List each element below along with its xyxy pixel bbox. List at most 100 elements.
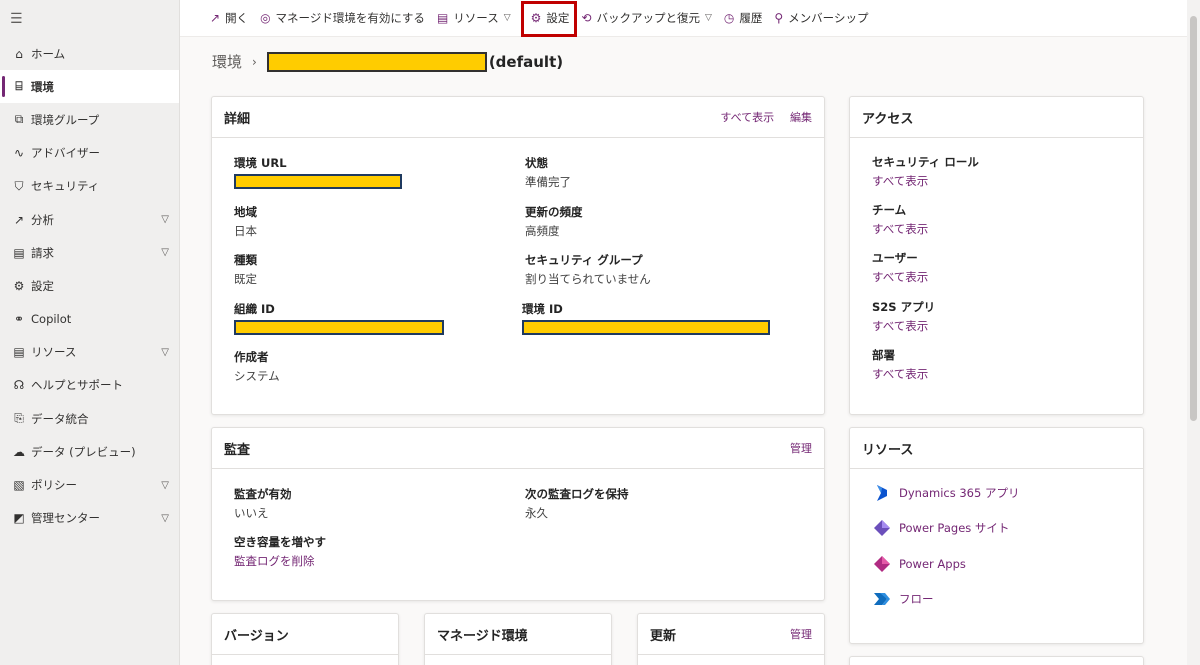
admin-center-icon: ◩ [13, 511, 25, 526]
gear-icon: ⚙ [13, 278, 25, 293]
sidebar-item-home[interactable]: ⌂ ホーム [0, 37, 179, 70]
resource-label[interactable]: Dynamics 365 アプリ [899, 485, 1019, 501]
type-value: 既定 [234, 272, 257, 286]
sidebar-item-advisor[interactable]: ∿ アドバイザー [0, 137, 179, 170]
org-id-label: 組織 ID [234, 302, 275, 316]
teams-show-all-link[interactable]: すべて表示 [872, 222, 928, 236]
resources-card: リソース Dynamics 365 アプリ Power Pages サイト Po… [849, 427, 1144, 644]
open-button[interactable]: ↗ 開く [210, 0, 248, 37]
cloud-data-icon: ☁ [13, 444, 25, 459]
sidebar-item-environments[interactable]: ⌸ 環境 [0, 70, 179, 104]
sidebar-item-analytics[interactable]: ↗ 分析 ▽ [0, 203, 179, 236]
environment-icon: ⌸ [15, 79, 23, 94]
breadcrumb-environments-link[interactable]: 環境 [212, 51, 242, 72]
access-card: アクセス セキュリティ ロール すべて表示 チーム すべて表示 ユーザー すべて… [849, 96, 1144, 415]
resource-label[interactable]: Power Apps [899, 557, 966, 571]
history-icon: ◷ [723, 11, 735, 25]
details-card: 詳細 すべて表示 編集 環境 URL 状態 準備完了 地域 日本 更新の頻度 高… [211, 96, 825, 415]
business-units-label: 部署 [872, 348, 895, 362]
s2s-apps-label: S2S アプリ [872, 300, 936, 314]
scrollbar-thumb[interactable] [1190, 16, 1197, 421]
chevron-down-icon[interactable]: ▽ [161, 214, 169, 225]
shield-icon: ⛉ [14, 178, 24, 193]
audit-enabled-label: 監査が有効 [234, 487, 292, 501]
sidebar-item-label: 請求 [31, 245, 54, 260]
sidebar-item-label: セキュリティ [31, 179, 100, 194]
card-title: マネージド環境 [437, 628, 528, 644]
sidebar-item-label: 環境グループ [31, 112, 100, 127]
dynamics365-icon [877, 485, 887, 501]
sidebar-item-label: アドバイザー [31, 146, 100, 161]
enable-managed-label: マネージド環境を有効にする [275, 11, 425, 25]
update-frequency-value: 高頻度 [525, 224, 560, 238]
chevron-down-icon[interactable]: ▽ [161, 247, 169, 258]
breadcrumb: 環境 › (default) [212, 51, 563, 72]
chevron-down-icon[interactable]: ▽ [161, 480, 169, 491]
sidebar-item-label: ポリシー [31, 478, 77, 493]
sidebar-item-label: 管理センター [31, 511, 100, 526]
details-show-all-link[interactable]: すべて表示 [720, 111, 774, 124]
card-title: バージョン [224, 628, 289, 644]
membership-button[interactable]: ⚲ メンバーシップ [774, 0, 868, 37]
sidebar-item-help-support[interactable]: ☊ ヘルプとサポート [0, 369, 179, 402]
state-label: 状態 [525, 156, 548, 170]
resources-label: リソース [453, 11, 499, 25]
sidebar-item-policies[interactable]: ▧ ポリシー ▽ [0, 468, 179, 501]
managed-environment-icon: ◎ [260, 11, 271, 25]
resource-item-flows[interactable]: フロー [873, 590, 934, 608]
history-button[interactable]: ◷ 履歴 [724, 0, 762, 37]
state-value: 準備完了 [525, 175, 571, 189]
enable-managed-env-button[interactable]: ◎ マネージド環境を有効にする [260, 0, 425, 37]
chart-icon: ↗ [13, 212, 25, 227]
backup-restore-label: バックアップと復元 [596, 11, 700, 25]
sidebar-item-settings[interactable]: ⚙ 設定 [0, 269, 179, 302]
sidebar-item-data-integration[interactable]: ⎘ データ統合 [0, 402, 179, 435]
environment-group-icon: ⧉ [14, 112, 24, 127]
sidebar-item-admin-centers[interactable]: ◩ 管理センター ▽ [0, 502, 179, 535]
sidebar-item-copilot[interactable]: ⚭ Copilot [0, 303, 179, 336]
retain-logs-label: 次の監査ログを保持 [525, 487, 629, 501]
resource-label[interactable]: Power Pages サイト [899, 520, 1009, 536]
users-show-all-link[interactable]: すべて表示 [872, 270, 928, 284]
audit-manage-link[interactable]: 管理 [790, 442, 812, 455]
vertical-scrollbar[interactable] [1187, 0, 1200, 665]
sidebar-item-label: Copilot [31, 312, 72, 327]
sidebar-item-billing[interactable]: ▤ 請求 ▽ [0, 236, 179, 269]
redacted-org-id [234, 320, 444, 335]
chevron-down-icon[interactable]: ▽ [161, 513, 169, 524]
security-group-label: セキュリティ グループ [525, 253, 643, 267]
business-units-show-all-link[interactable]: すべて表示 [872, 367, 928, 381]
sidebar-item-label: データ (プレビュー) [31, 444, 136, 459]
details-edit-link[interactable]: 編集 [790, 111, 812, 124]
delete-audit-logs-link[interactable]: 監査ログを削除 [234, 554, 315, 568]
hamburger-icon[interactable]: ☰ [0, 0, 179, 37]
card-title: リソース [862, 442, 914, 458]
redacted-environment-name [266, 51, 487, 72]
s2s-apps-show-all-link[interactable]: すべて表示 [872, 319, 928, 333]
env-url-label: 環境 URL [234, 156, 287, 170]
open-label: 開く [225, 11, 249, 25]
settings-button[interactable]: ⚙ 設定 [520, 0, 578, 37]
breadcrumb-current: (default) [488, 52, 564, 71]
sidebar-item-data-preview[interactable]: ☁ データ (プレビュー) [0, 435, 179, 468]
resource-item-dynamics365[interactable]: Dynamics 365 アプリ [873, 484, 1019, 502]
resource-label[interactable]: フロー [899, 591, 934, 607]
version-card: バージョン [211, 613, 399, 665]
resource-item-power-apps[interactable]: Power Apps [873, 555, 966, 573]
updates-card: 更新 管理 [637, 613, 825, 665]
sidebar-item-security[interactable]: ⛉ セキュリティ [0, 170, 179, 203]
backup-icon: ⟲ [581, 11, 592, 25]
left-navigation: ☰ ⌂ ホーム ⌸ 環境 ⧉ 環境グループ ∿ アドバイザー ⛉ セキュリティ … [0, 0, 180, 665]
card-title: 更新 [650, 628, 677, 644]
backup-restore-button[interactable]: ⟲ バックアップと復元 ▽ [581, 0, 711, 37]
chevron-down-icon[interactable]: ▽ [161, 347, 169, 358]
sidebar-item-resources[interactable]: ▤ リソース ▽ [0, 336, 179, 369]
chevron-down-icon: ▽ [503, 13, 511, 23]
updates-manage-link[interactable]: 管理 [790, 628, 812, 641]
billing-icon: ▤ [13, 245, 25, 260]
resource-item-power-pages[interactable]: Power Pages サイト [873, 519, 1009, 537]
sidebar-item-environment-groups[interactable]: ⧉ 環境グループ [0, 103, 179, 136]
resources-menu-button[interactable]: ▤ リソース ▽ [437, 0, 511, 37]
security-roles-show-all-link[interactable]: すべて表示 [872, 174, 928, 188]
advisor-icon: ∿ [13, 146, 25, 161]
